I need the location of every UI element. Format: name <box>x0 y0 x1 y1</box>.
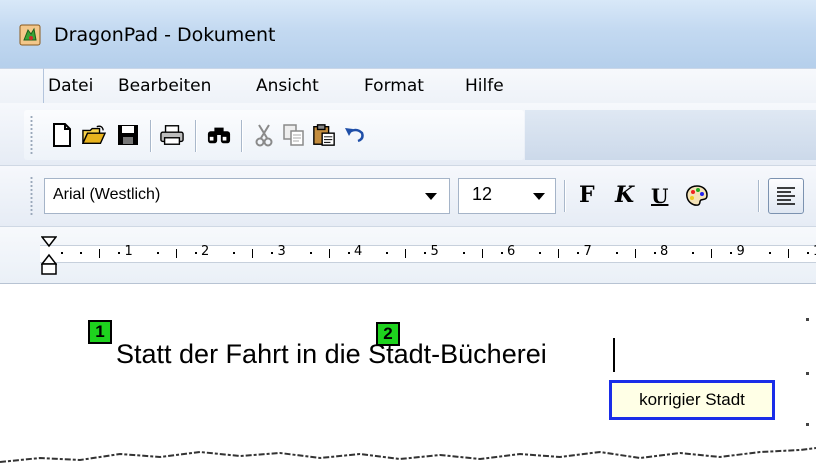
save-disk-icon[interactable] <box>116 123 140 147</box>
ruler-tick <box>634 249 636 258</box>
ruler-tick <box>328 249 330 258</box>
italic-button[interactable]: K <box>615 182 634 208</box>
ruler-tick <box>711 249 713 258</box>
ruler-dot <box>806 252 809 254</box>
ruler-number: 9 <box>736 244 745 259</box>
ruler-number: 4 <box>354 244 363 259</box>
ruler-dot <box>462 252 465 254</box>
ruler-tick <box>405 249 407 258</box>
ruler-dot <box>80 252 83 254</box>
toolbar-separator <box>758 180 759 212</box>
ruler-dot <box>194 252 197 254</box>
toolbar-separator <box>241 120 242 152</box>
ruler-tick <box>558 249 560 258</box>
open-folder-icon[interactable] <box>82 123 106 147</box>
ruler-number: 8 <box>660 244 669 259</box>
indent-marker-icon[interactable] <box>41 236 57 282</box>
toolbar-separator <box>564 180 565 212</box>
ruler-dot <box>309 252 312 254</box>
ruler-dot <box>692 252 695 254</box>
ruler-dot <box>233 252 236 254</box>
ruler-number: 6 <box>507 244 516 259</box>
toolbar-grip[interactable] <box>30 176 33 216</box>
toolbar-empty-area <box>525 110 816 160</box>
ruler-strip <box>40 245 816 263</box>
menu-ansicht[interactable]: Ansicht <box>256 76 319 96</box>
menu-bearbeiten[interactable]: Bearbeiten <box>118 76 211 96</box>
marker-badge-1[interactable]: 1 <box>88 320 112 344</box>
toolbar-separator <box>195 120 196 152</box>
ruler-dot <box>386 252 389 254</box>
ruler-tick <box>175 249 177 258</box>
ruler-dot <box>271 252 274 254</box>
ruler-dot <box>539 252 542 254</box>
cut-scissors-icon[interactable] <box>252 123 276 147</box>
ruler-dot <box>61 252 63 254</box>
torn-edge <box>0 447 816 466</box>
chevron-down-icon[interactable] <box>425 193 437 200</box>
ruler-dot <box>347 252 350 254</box>
menubar-edge <box>0 68 43 104</box>
ruler-dot <box>577 252 580 254</box>
menu-hilfe[interactable]: Hilfe <box>465 76 504 96</box>
correction-tooltip: korrigier Stadt <box>609 380 775 420</box>
ruler-tick <box>99 249 101 258</box>
ruler-dot <box>653 252 656 254</box>
ruler-number: 1 <box>124 244 133 259</box>
ruler-number: 2 <box>201 244 210 259</box>
edge-mark <box>806 423 809 426</box>
ruler-dot <box>768 252 771 254</box>
chevron-down-icon[interactable] <box>533 193 545 200</box>
document-text[interactable]: Statt der Fahrt in die Stadt-Bücherei <box>116 339 547 370</box>
ruler-dot <box>118 252 121 254</box>
ruler-number: 3 <box>277 244 286 259</box>
font-select-value: Arial (Westlich) <box>53 186 161 203</box>
copy-icon[interactable] <box>282 123 306 147</box>
ruler-dot <box>156 252 159 254</box>
dragon-app-icon <box>19 24 41 46</box>
edge-mark <box>806 318 809 321</box>
find-binoculars-icon[interactable] <box>207 123 231 147</box>
window-title: DragonPad - Dokument <box>54 24 276 46</box>
ruler-dot <box>615 252 618 254</box>
menu-format[interactable]: Format <box>364 76 424 96</box>
undo-icon[interactable] <box>343 123 367 147</box>
toolbar-separator <box>150 120 151 152</box>
edge-mark <box>806 372 809 375</box>
paste-clipboard-icon[interactable] <box>312 123 336 147</box>
color-palette-icon[interactable] <box>685 184 709 208</box>
ruler-tick <box>252 249 254 258</box>
ruler-number: 7 <box>583 244 592 259</box>
toolbar-grip[interactable] <box>30 115 33 155</box>
dragonpad-window: DragonPad - Dokument Datei Bearbeiten An… <box>0 0 816 466</box>
ruler-dot <box>500 252 503 254</box>
ruler-dot <box>424 252 427 254</box>
ruler-tick <box>481 249 483 258</box>
underline-button[interactable]: U <box>651 184 668 208</box>
font-size-value: 12 <box>472 184 493 204</box>
menu-datei[interactable]: Datei <box>48 76 93 96</box>
bold-button[interactable]: F <box>579 182 595 208</box>
ruler-number: 5 <box>430 244 439 259</box>
text-caret <box>613 338 615 372</box>
ruler-dot <box>730 252 733 254</box>
align-left-icon <box>777 187 795 205</box>
align-left-button[interactable] <box>768 178 804 214</box>
new-document-icon[interactable] <box>50 123 74 147</box>
ruler-tick <box>787 249 789 258</box>
print-icon[interactable] <box>160 123 184 147</box>
